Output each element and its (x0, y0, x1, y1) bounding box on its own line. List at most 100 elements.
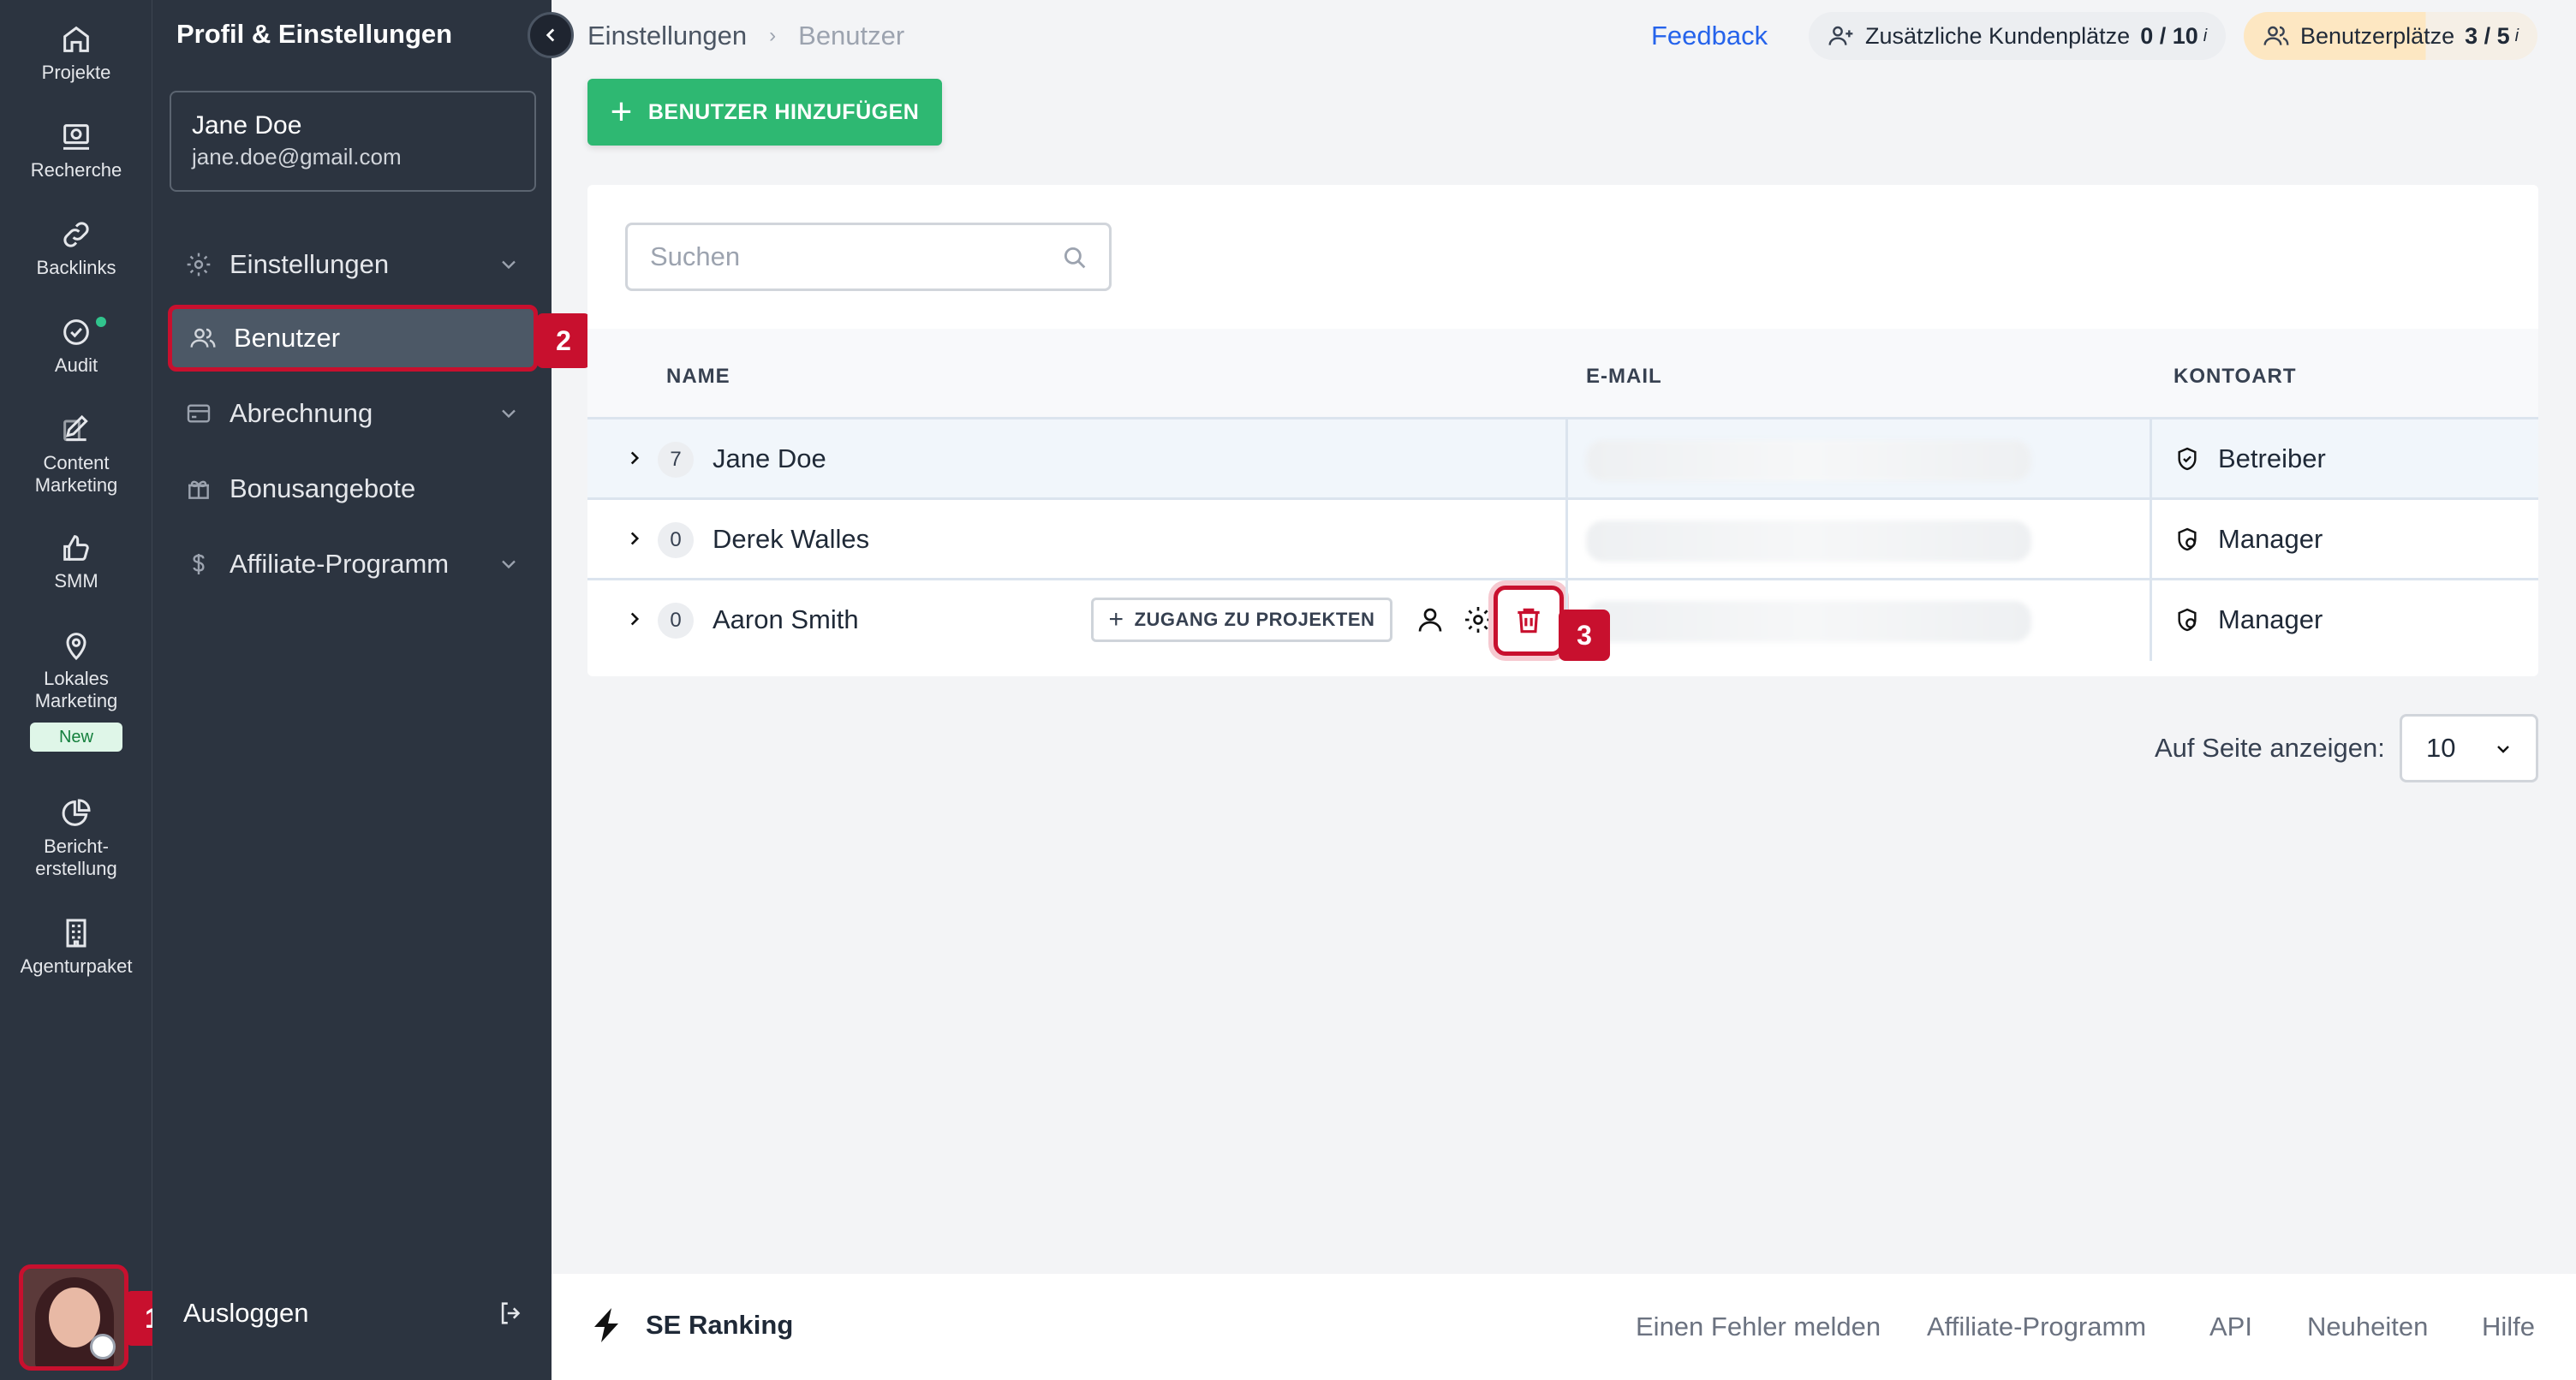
add-user-icon (1828, 26, 1853, 45)
sidebar-title: Profil & Einstellungen (176, 19, 453, 49)
per-page-label: Auf Seite anzeigen: (2155, 733, 2385, 763)
trash-icon (1518, 608, 1540, 633)
rail-item-backlinks[interactable]: Backlinks (0, 217, 152, 279)
chevron-down-icon (502, 260, 516, 270)
rail-item-projekte[interactable]: Projekte (0, 22, 152, 84)
plus-icon: + (610, 91, 633, 133)
project-access-label: ZUGANG ZU PROJEKTEN (1134, 609, 1375, 630)
add-user-button[interactable]: + BENUTZER HINZUFÜGEN (587, 79, 942, 146)
breadcrumb-current: Benutzer (798, 21, 905, 51)
rail-item-lokales-marketing[interactable]: Lokales Marketing New (0, 628, 152, 752)
footer-link-api[interactable]: API (2209, 1312, 2252, 1342)
column-divider (2150, 500, 2152, 580)
brand-logo[interactable]: SE Ranking (587, 1305, 793, 1346)
users-panel: NAME E-MAIL KONTOART 7 Jane Doe Betreibe… (587, 185, 2538, 676)
column-header-email[interactable]: E-MAIL (1586, 365, 1662, 389)
rail-item-recherche[interactable]: Recherche (0, 120, 152, 181)
feedback-link[interactable]: Feedback (1651, 21, 1768, 51)
rail-label: Projekte (41, 62, 111, 83)
logout-icon (501, 1302, 521, 1324)
footer-link-news[interactable]: Neuheiten (2307, 1312, 2428, 1342)
sidebar-item-abrechnung[interactable]: Abrechnung (168, 380, 538, 447)
chevron-down-icon (502, 560, 516, 569)
home-icon (63, 26, 89, 52)
chevron-right-icon[interactable] (623, 608, 646, 630)
table-row[interactable]: 0 Derek Walles Manager (587, 500, 2538, 580)
se-ranking-logo-icon (594, 1308, 618, 1342)
link-icon (63, 222, 89, 247)
column-header-role[interactable]: KONTOART (2174, 365, 2297, 389)
role-label: Manager (2218, 524, 2323, 554)
gear-icon (187, 253, 211, 277)
plus-icon: + (1108, 605, 1124, 633)
settings-sidebar: Profil & Einstellungen Jane Doe jane.doe… (152, 0, 552, 1380)
rail-label: Audit (54, 354, 98, 376)
user-seats-label: Benutzerplätze (2300, 22, 2455, 49)
map-pin-icon (66, 633, 86, 661)
delete-user-button[interactable] (1494, 586, 1564, 656)
brand-name: SE Ranking (646, 1310, 794, 1340)
manager-icon (2178, 608, 2197, 632)
rail-label: Recherche (30, 159, 122, 181)
building-icon (66, 919, 86, 948)
rail-label: Lokales Marketing (34, 668, 118, 711)
sidebar-item-einstellungen[interactable]: Einstellungen (168, 231, 538, 298)
project-count-badge: 0 (658, 603, 694, 639)
project-access-button[interactable]: + ZUGANG ZU PROJEKTEN (1091, 598, 1392, 642)
dollar-icon (193, 554, 205, 574)
role-label: Betreiber (2218, 443, 2326, 473)
chevron-down-icon (2497, 746, 2509, 753)
project-count-badge: 0 (658, 522, 694, 558)
research-icon (63, 124, 89, 150)
rail-item-agenturpaket[interactable]: Agenturpaket (0, 916, 152, 978)
breadcrumb-separator-icon: › (769, 24, 777, 47)
avatar[interactable] (19, 1264, 128, 1371)
user-name-cell: Jane Doe (713, 443, 826, 473)
status-dot (96, 317, 106, 327)
chevron-right-icon[interactable] (623, 527, 646, 550)
footer-link-help[interactable]: Hilfe (2482, 1312, 2535, 1342)
gift-icon (188, 480, 209, 499)
role-cell: Manager (2174, 604, 2323, 635)
user-name-cell: Derek Walles (713, 524, 870, 554)
sidebar-item-label: Affiliate-Programm (230, 549, 450, 579)
user-name: Jane Doe (192, 111, 302, 140)
per-page-value: 10 (2426, 733, 2456, 763)
column-header-name[interactable]: NAME (666, 365, 730, 389)
user-card[interactable]: Jane Doe jane.doe@gmail.com (170, 91, 536, 192)
search-icon[interactable] (1060, 243, 1089, 272)
table-row[interactable]: 7 Jane Doe Betreiber (587, 419, 2538, 500)
client-seats-value: 0 / 10 (2140, 22, 2198, 49)
shield-icon (2178, 447, 2197, 471)
rail-item-smm[interactable]: SMM (0, 531, 152, 592)
rail-item-berichterstellung[interactable]: Bericht-erstellung (0, 796, 152, 880)
rail-item-audit[interactable]: Audit (0, 315, 152, 377)
client-seats-badge[interactable]: Zusätzliche Kundenplätze 0 / 10 i (1809, 12, 2227, 60)
column-divider (2150, 419, 2152, 500)
gear-icon[interactable] (1463, 604, 1494, 635)
user-name-cell: Aaron Smith (713, 604, 859, 634)
project-count-badge: 7 (658, 442, 694, 478)
breadcrumb-root[interactable]: Einstellungen (587, 21, 747, 51)
user-seats-badge[interactable]: Benutzerplätze 3 / 5 i (2244, 12, 2538, 60)
rail-item-content-marketing[interactable]: Content Marketing (0, 413, 152, 497)
sidebar-item-affiliate-programm[interactable]: Affiliate-Programm (168, 531, 538, 598)
step-badge-3: 3 (1559, 610, 1610, 661)
user-icon[interactable] (1415, 604, 1446, 635)
footer-link-report-bug[interactable]: Einen Fehler melden (1636, 1312, 1881, 1342)
chevron-right-icon[interactable] (623, 447, 646, 469)
info-icon: i (2203, 26, 2208, 45)
sidebar-collapse-button[interactable] (528, 12, 574, 58)
per-page-select[interactable]: 10 (2400, 714, 2538, 782)
column-divider (1565, 500, 1568, 580)
rail-label: Bericht-erstellung (35, 836, 117, 879)
footer-link-affiliate[interactable]: Affiliate-Programm (1927, 1312, 2146, 1342)
search-input[interactable] (625, 223, 1112, 291)
sidebar-item-label: Benutzer (234, 323, 341, 353)
thumbs-up-icon (63, 535, 89, 561)
rail-label: Backlinks (36, 257, 116, 278)
sidebar-item-bonusangebote[interactable]: Bonusangebote (168, 455, 538, 522)
logout-button[interactable]: Ausloggen (183, 1298, 526, 1329)
sidebar-item-label: Abrechnung (230, 398, 373, 428)
sidebar-item-benutzer[interactable]: Benutzer (168, 305, 538, 372)
